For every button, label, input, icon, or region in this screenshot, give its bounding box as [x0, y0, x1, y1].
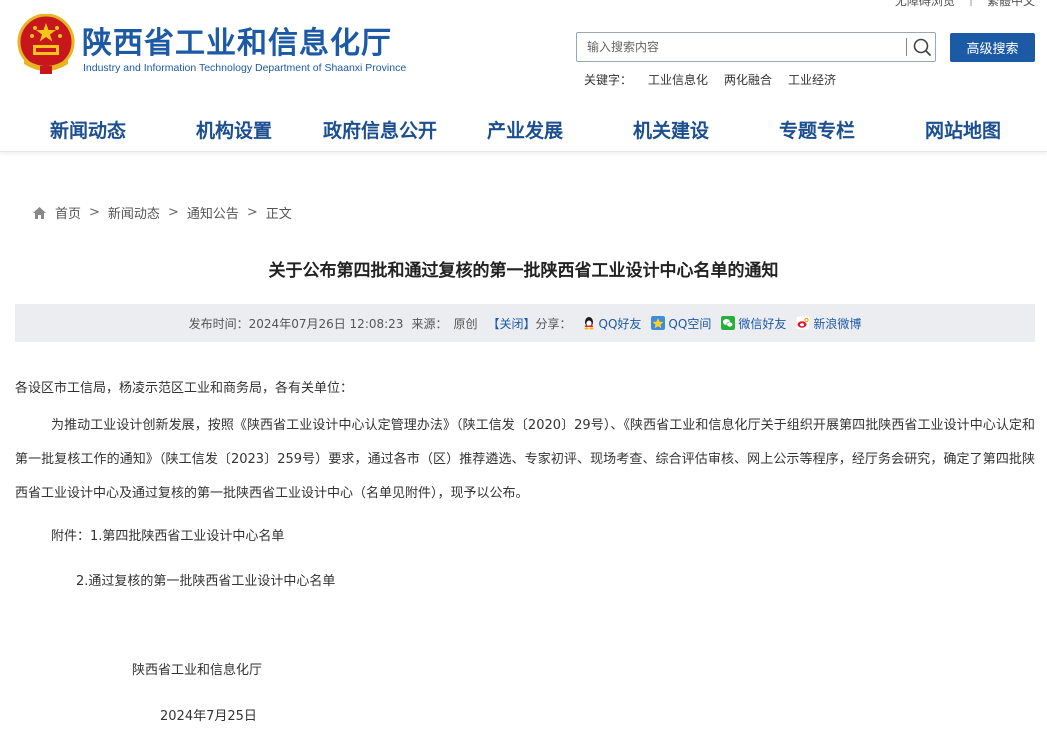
close-link[interactable]: 【关闭】 [487, 315, 535, 332]
search-divider [906, 38, 907, 56]
site-header: 无障碍浏览 | 繁體中文 陕西省工业和信息化厅 Industry and Inf… [0, 0, 1047, 100]
keywords-bar: 关键字： 工业信息化 两化融合 工业经济 [584, 71, 836, 88]
nav-item-gov-info[interactable]: 政府信息公开 [323, 116, 437, 143]
breadcrumb: 首页 > 新闻动态 > 通知公告 > 正文 [32, 203, 292, 222]
issuing-organization: 陕西省工业和信息化厅 [132, 663, 263, 678]
simplified-traditional-link[interactable]: 繁體中文 [987, 0, 1035, 9]
breadcrumb-home[interactable]: 首页 [55, 203, 81, 222]
share-wechat-label: 微信好友 [738, 316, 787, 331]
attachment-1[interactable]: 附件：1.第四批陕西省工业设计中心名单 [51, 520, 284, 554]
keywords-label: 关键字： [584, 73, 633, 87]
breadcrumb-news[interactable]: 新闻动态 [108, 203, 160, 222]
attachment-2[interactable]: 2.通过复核的第一批陕西省工业设计中心名单 [76, 565, 335, 599]
breadcrumb-notices[interactable]: 通知公告 [187, 203, 239, 222]
share-weibo-label: 新浪微博 [813, 316, 862, 331]
share-qzone-label: QQ空间 [668, 316, 712, 331]
breadcrumb-separator: > [246, 205, 258, 220]
top-utility-links: 无障碍浏览 | 繁體中文 [895, 0, 1035, 9]
qzone-icon [651, 316, 666, 330]
qq-icon [584, 317, 594, 330]
nav-item-news[interactable]: 新闻动态 [50, 116, 126, 143]
weibo-icon [796, 316, 811, 330]
share-qq-friend[interactable]: QQ好友 [582, 315, 642, 332]
search-input[interactable] [577, 33, 905, 61]
keyword-link[interactable]: 工业信息化 [648, 71, 708, 88]
keyword-link[interactable]: 两化融合 [724, 71, 772, 88]
source-label: 来源： [411, 316, 448, 331]
publish-label: 发布时间： [188, 316, 249, 331]
main-nav: 新闻动态 机构设置 政府信息公开 产业发展 机关建设 专题专栏 网站地图 [0, 104, 1047, 152]
nav-item-sitemap[interactable]: 网站地图 [925, 116, 1001, 143]
share-label: 分享： [535, 316, 572, 331]
publish-time: 2024年07月26日 12:08:23 [248, 316, 404, 331]
nav-item-special-topics[interactable]: 专题专栏 [779, 116, 855, 143]
breadcrumb-current: 正文 [265, 207, 292, 222]
site-subtitle: Industry and Information Technology Depa… [83, 62, 407, 74]
share-wechat[interactable]: 微信好友 [721, 315, 786, 332]
wechat-icon [721, 316, 736, 330]
article-greeting: 各设区市工信局，杨凌示范区工业和商务局，各有关单位： [15, 381, 354, 396]
national-emblem-icon [17, 14, 75, 74]
search-box [576, 32, 936, 62]
breadcrumb-separator: > [167, 205, 179, 220]
barrier-free-link[interactable]: 无障碍浏览 [895, 0, 955, 9]
search-icon[interactable] [911, 36, 933, 58]
issue-date: 2024年7月25日 [160, 709, 257, 724]
article-title: 关于公布第四批和通过复核的第一批陕西省工业设计中心名单的通知 [268, 261, 779, 281]
share-qzone[interactable]: QQ空间 [651, 315, 711, 332]
share-weibo[interactable]: 新浪微博 [796, 315, 861, 332]
advanced-search-button[interactable]: 高级搜索 [950, 33, 1035, 62]
keyword-link[interactable]: 工业经济 [788, 71, 836, 88]
article-meta-bar: 发布时间： 2024年07月26日 12:08:23 来源： 原创 【关闭】 分… [15, 304, 1035, 342]
breadcrumb-separator: > [89, 205, 100, 220]
nav-item-organization[interactable]: 机构设置 [196, 116, 272, 143]
nav-item-party-building[interactable]: 机关建设 [633, 116, 709, 143]
source-value: 原创 [453, 316, 478, 331]
utility-separator: | [969, 0, 973, 9]
article-body: 为推动工业设计创新发展，按照《陕西省工业设计中心认定管理办法》（陕工信发〔202… [15, 418, 1035, 501]
share-qq-friend-label: QQ好友 [598, 316, 642, 331]
home-icon [33, 206, 46, 219]
nav-item-industry[interactable]: 产业发展 [487, 116, 563, 143]
site-title[interactable]: 陕西省工业和信息化厅 [82, 18, 392, 62]
